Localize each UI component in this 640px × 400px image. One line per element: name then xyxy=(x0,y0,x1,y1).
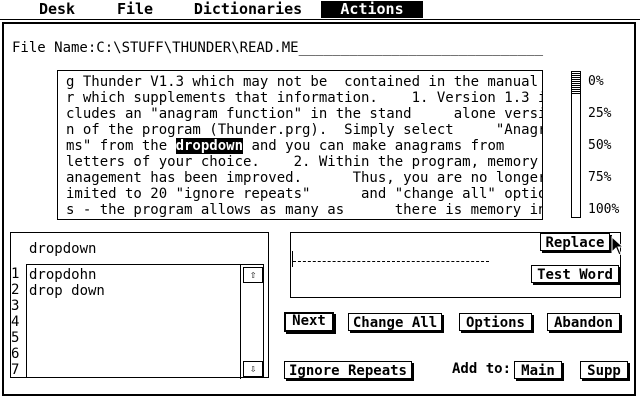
suggestion-number: 7 xyxy=(11,362,20,378)
suggestion-number: 4 xyxy=(11,314,20,330)
suggestion-scrollbar[interactable]: ⇧ ⇩ xyxy=(240,265,264,379)
scroll-percent-25: 25% xyxy=(588,106,612,121)
suggestion-item[interactable]: drop down xyxy=(29,283,105,299)
down-arrow-icon[interactable]: ⇩ xyxy=(243,361,263,377)
menu-desk[interactable]: Desk xyxy=(30,1,84,18)
test-word-button[interactable]: Test Word xyxy=(531,265,619,283)
suggestion-number: 2 xyxy=(11,282,20,298)
scrollbar-thumb[interactable] xyxy=(572,72,580,94)
document-scrollbar[interactable] xyxy=(571,71,581,218)
suggestion-number: 5 xyxy=(11,330,20,346)
text-line: imited to 20 "ignore repeats" and "chang… xyxy=(66,186,543,202)
scroll-percent-0: 0% xyxy=(588,74,604,89)
suggestion-list: dropdohn drop down ⇧ ⇩ xyxy=(26,264,264,379)
suggestion-item[interactable]: dropdohn xyxy=(29,267,96,283)
text-line: letters of your choice. 2. Within the pr… xyxy=(66,154,543,170)
file-name-line: File Name:C:\STUFF\THUNDER\READ.ME______… xyxy=(12,40,544,56)
replacement-input-field[interactable] xyxy=(293,261,489,262)
change-all-button[interactable]: Change All xyxy=(348,313,442,331)
text-line-current: ms" from the dropdown and you can make a… xyxy=(66,138,504,154)
highlighted-word: dropdown xyxy=(175,138,244,154)
suggestion-panel: dropdown 1 2 3 4 5 6 7 dropdohn drop dow… xyxy=(10,232,269,379)
text-after-word: and you can make anagrams from xyxy=(243,138,505,154)
next-button[interactable]: Next xyxy=(284,312,334,332)
menu-bar: Desk File Dictionaries Actions xyxy=(0,0,640,20)
scroll-percent-75: 75% xyxy=(588,170,612,185)
text-line: r which supplements that information. 1.… xyxy=(66,90,543,106)
text-cursor xyxy=(292,251,293,267)
menu-dictionaries[interactable]: Dictionaries xyxy=(190,1,306,18)
abandon-button[interactable]: Abandon xyxy=(547,313,620,331)
suggestion-number: 6 xyxy=(11,346,20,362)
replace-button[interactable]: Replace xyxy=(540,233,610,251)
scroll-percent-100: 100% xyxy=(588,202,620,217)
ignore-repeats-button[interactable]: Ignore Repeats xyxy=(284,361,412,379)
text-line: n of the program (Thunder.prg). Simply s… xyxy=(66,122,543,138)
add-to-label: Add to: xyxy=(452,361,512,377)
current-word: dropdown xyxy=(29,241,97,257)
document-text-box[interactable]: g Thunder V1.3 which may not be containe… xyxy=(57,70,543,220)
text-line: s - the program allows as many as there … xyxy=(66,202,543,218)
text-line: cludes an "anagram function" in the stan… xyxy=(66,106,543,122)
text-line: g Thunder V1.3 which may not be containe… xyxy=(66,74,543,90)
suggestion-number: 1 xyxy=(11,266,20,282)
mouse-pointer-icon xyxy=(611,236,625,256)
menu-file[interactable]: File xyxy=(110,1,160,18)
suggestion-number: 3 xyxy=(11,298,20,314)
text-before-word: ms" from the xyxy=(66,138,176,154)
scroll-percent-50: 50% xyxy=(588,138,612,153)
add-to-main-button[interactable]: Main xyxy=(514,361,562,379)
text-line: anagement has been improved. Thus, you a… xyxy=(66,170,543,186)
menu-actions[interactable]: Actions xyxy=(321,1,423,18)
options-button[interactable]: Options xyxy=(459,313,532,331)
up-arrow-icon[interactable]: ⇧ xyxy=(243,267,263,283)
add-to-supp-button[interactable]: Supp xyxy=(580,361,628,379)
